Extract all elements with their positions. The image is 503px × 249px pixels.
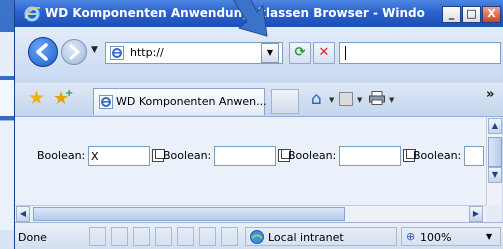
- maximize-button[interactable]: □: [462, 6, 481, 23]
- boolean-input[interactable]: [339, 146, 401, 166]
- text-caret: [345, 46, 346, 60]
- status-cell: [111, 227, 128, 246]
- toolbar-overflow-chevron[interactable]: »: [486, 87, 494, 102]
- status-cell: [221, 227, 238, 246]
- boolean-input[interactable]: [214, 146, 276, 166]
- search-input[interactable]: [339, 42, 501, 64]
- zoom-control[interactable]: ⊕ 100% ▼: [401, 227, 501, 246]
- background-window-panel: [0, 80, 14, 116]
- field-label: Boolean:: [163, 149, 212, 162]
- status-cell: [177, 227, 194, 246]
- boolean-input[interactable]: X: [88, 146, 150, 166]
- status-cell: [89, 227, 106, 246]
- intranet-icon: [250, 230, 264, 244]
- ie-page-icon: [99, 95, 113, 109]
- close-button[interactable]: X: [482, 6, 501, 23]
- stop-button[interactable]: ✕: [313, 42, 335, 64]
- vertical-scroll-thumb[interactable]: [488, 137, 502, 167]
- horizontal-scrollbar[interactable]: ◀ ▶: [15, 205, 486, 222]
- favorites-toolbar: ★ ★ + WD Komponenten Anwen... ⌂ ▼ ▼ ▼ »: [15, 83, 503, 117]
- new-tab-button[interactable]: [271, 89, 299, 114]
- zone-label: Local intranet: [268, 231, 344, 244]
- back-icon: [36, 43, 48, 61]
- status-bar: Done Local intranet ⊕ 100% ▼: [15, 222, 503, 249]
- tab-active[interactable]: WD Komponenten Anwen...: [93, 88, 267, 115]
- address-dropdown-chevron-down-icon[interactable]: ▼: [261, 43, 279, 63]
- feeds-icon[interactable]: [339, 92, 353, 106]
- stop-icon: ✕: [318, 45, 330, 60]
- home-chevron-down-icon[interactable]: ▼: [329, 96, 334, 104]
- background-window-panel: [0, 230, 14, 249]
- address-url: http://: [130, 46, 164, 59]
- feeds-chevron-down-icon[interactable]: ▼: [357, 96, 362, 104]
- background-window-sliver: [0, 0, 14, 249]
- field-label: Boolean:: [288, 149, 337, 162]
- field-label: Boolean:: [413, 149, 462, 162]
- recent-pages-chevron-down-icon[interactable]: ▼: [91, 45, 98, 55]
- status-cell: [155, 227, 172, 246]
- zoom-level: 100%: [420, 231, 452, 244]
- security-zone[interactable]: Local intranet: [245, 227, 397, 246]
- field-label: Boolean:: [37, 149, 86, 162]
- scroll-down-icon[interactable]: ▼: [488, 167, 502, 183]
- ie-page-icon: [110, 46, 124, 60]
- background-window-panel: [0, 120, 14, 230]
- scroll-up-icon[interactable]: ▲: [488, 118, 502, 134]
- print-icon[interactable]: [369, 91, 385, 105]
- refresh-icon: ⟳: [294, 45, 306, 60]
- background-window-panel: [0, 32, 14, 76]
- status-cell: [199, 227, 216, 246]
- minimize-button[interactable]: _: [442, 6, 461, 23]
- status-text: Done: [18, 231, 47, 244]
- scroll-left-icon[interactable]: ◀: [16, 206, 30, 222]
- refresh-button[interactable]: ⟳: [289, 42, 311, 64]
- home-icon[interactable]: ⌂: [311, 90, 322, 108]
- add-plus-icon: +: [65, 88, 74, 99]
- boolean-input[interactable]: [464, 146, 484, 166]
- horizontal-scroll-thumb[interactable]: [33, 207, 345, 221]
- scroll-right-icon[interactable]: ▶: [469, 206, 483, 222]
- forward-button[interactable]: [61, 39, 87, 65]
- scrollbar-corner: [486, 205, 502, 222]
- tab-label: WD Komponenten Anwen...: [116, 95, 267, 108]
- status-cell: [133, 227, 150, 246]
- vertical-scrollbar[interactable]: ▲ ▼: [486, 117, 502, 205]
- back-button[interactable]: [28, 37, 58, 67]
- annotation-arrow-icon: [232, 0, 268, 37]
- browser-window: WD Komponenten Anwendungsklassen Browser…: [14, 0, 503, 249]
- print-chevron-down-icon[interactable]: ▼: [389, 96, 394, 104]
- zoom-chevron-down-icon[interactable]: ▼: [486, 232, 492, 241]
- zoom-icon: ⊕: [406, 230, 416, 243]
- forward-icon: [69, 44, 80, 60]
- favorites-star-icon[interactable]: ★: [28, 89, 45, 108]
- ie-logo-icon: [24, 6, 41, 22]
